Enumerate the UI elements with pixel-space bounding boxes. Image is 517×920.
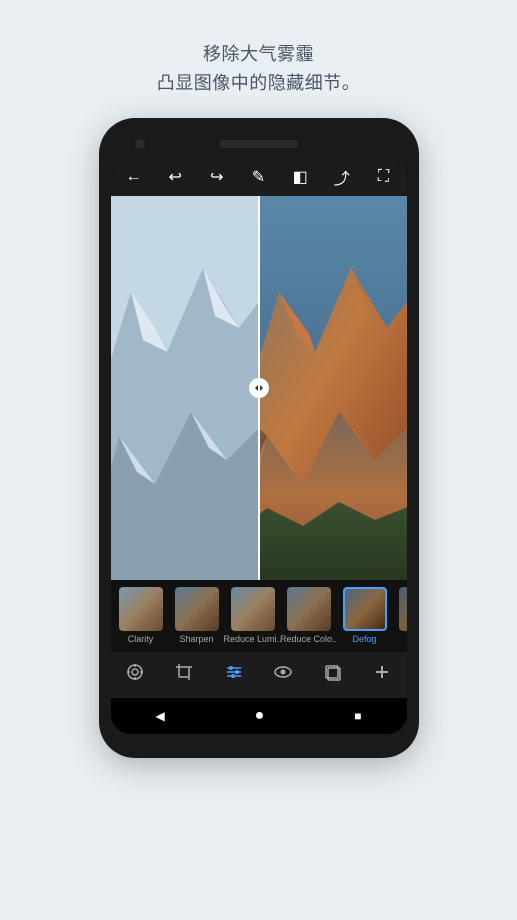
thumb-reduce-lumi[interactable]: Reduce Lumi.. — [227, 587, 279, 644]
filter-nav-icon[interactable] — [117, 662, 153, 687]
thumb-color-img — [287, 587, 331, 631]
thumb-defog-label: Defog — [352, 634, 376, 644]
home-system-btn[interactable]: ● — [255, 707, 265, 725]
thumb-e-img — [399, 587, 407, 631]
thumb-clarity[interactable]: Clarity — [115, 587, 167, 644]
thumb-sharpen[interactable]: Sharpen — [171, 587, 223, 644]
system-nav-bar: ◀ ● ■ — [111, 698, 407, 734]
image-after — [259, 196, 407, 580]
undo-icon[interactable]: ↩ — [164, 167, 186, 187]
phone-top-bar — [111, 130, 407, 158]
comparison-divider[interactable] — [258, 196, 260, 580]
heal-nav-icon[interactable] — [364, 662, 400, 687]
adjust-nav-icon[interactable] — [216, 662, 252, 687]
thumb-defog[interactable]: Defog — [339, 587, 391, 644]
crop-nav-icon[interactable] — [166, 662, 202, 687]
thumb-lumi-label: Reduce Lumi.. — [223, 634, 281, 644]
back-system-btn[interactable]: ◀ — [155, 709, 164, 723]
filter-thumbnails-strip: Clarity Sharpen Reduce Lumi.. Reduce Col… — [111, 580, 407, 652]
header-text-block: 移除大气雾霾 凸显图像中的隐藏细节。 — [157, 40, 361, 98]
layers-nav-icon[interactable] — [314, 662, 350, 687]
expand-icon[interactable]: ⛶ — [372, 168, 394, 186]
preview-nav-icon[interactable] — [265, 662, 301, 687]
thumb-reduce-color[interactable]: Reduce Colo.. — [283, 587, 335, 644]
phone-device: ← ↩ ↪ ✎ ◧ ⤴ ⛶ — [99, 118, 419, 758]
thumb-clarity-img — [119, 587, 163, 631]
thumb-sharpen-img — [175, 587, 219, 631]
bottom-nav — [111, 652, 407, 698]
phone-screen: ← ↩ ↪ ✎ ◧ ⤴ ⛶ — [111, 158, 407, 734]
phone-camera — [135, 139, 145, 149]
thumb-clarity-label: Clarity — [128, 634, 154, 644]
thumb-lumi-img — [231, 587, 275, 631]
back-icon[interactable]: ← — [123, 168, 145, 186]
image-comparison-area — [111, 196, 407, 580]
phone-speaker — [219, 140, 299, 148]
compare-icon[interactable]: ◧ — [289, 167, 311, 187]
header-line2: 凸显图像中的隐藏细节。 — [157, 69, 361, 98]
thumb-e[interactable]: E — [395, 587, 407, 644]
divider-handle[interactable] — [249, 378, 269, 398]
image-before — [111, 196, 259, 580]
thumb-defog-img — [343, 587, 387, 631]
app-toolbar: ← ↩ ↪ ✎ ◧ ⤴ ⛶ — [111, 158, 407, 196]
edit-icon[interactable]: ✎ — [247, 167, 269, 187]
thumb-sharpen-label: Sharpen — [179, 634, 213, 644]
recent-system-btn[interactable]: ■ — [354, 709, 361, 723]
share-icon[interactable]: ⤴ — [331, 165, 353, 189]
thumb-color-label: Reduce Colo.. — [280, 634, 337, 644]
header-line1: 移除大气雾霾 — [157, 40, 361, 69]
redo-icon[interactable]: ↪ — [206, 167, 228, 187]
